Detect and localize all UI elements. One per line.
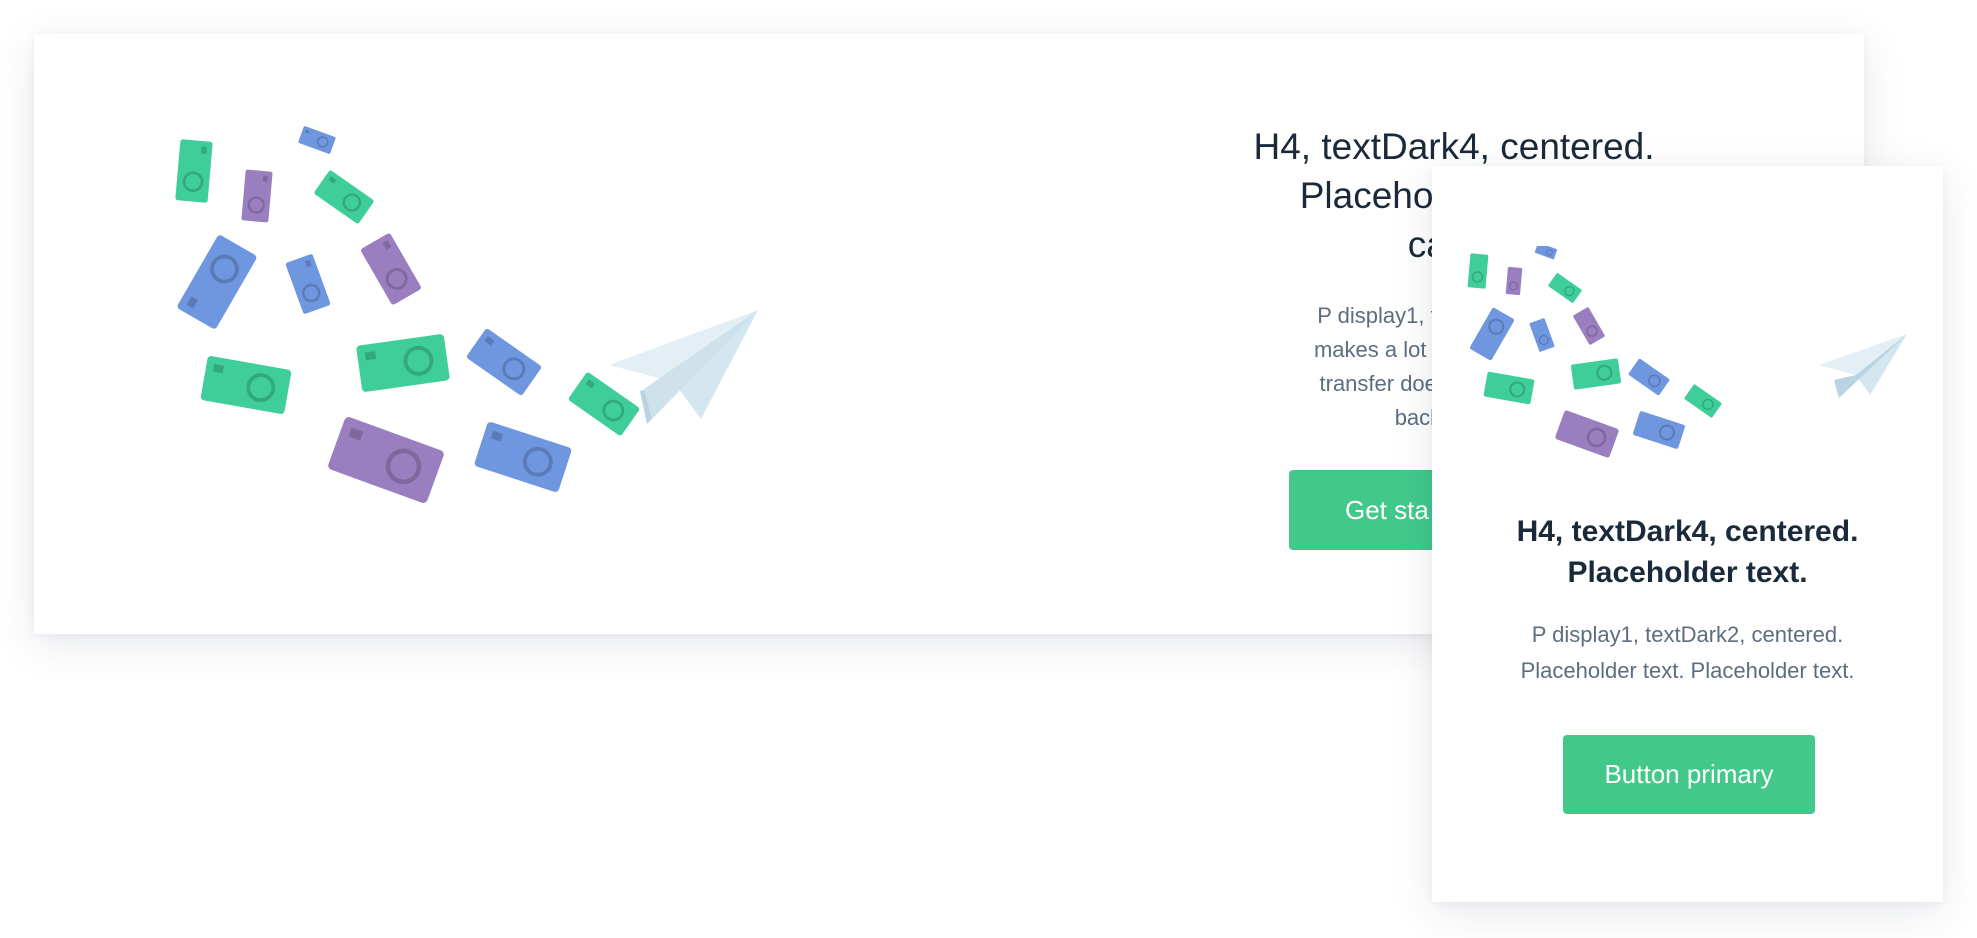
narrow-heading-line: Placeholder text. (1567, 556, 1808, 589)
narrow-paragraph: P display1, textDark2, centered. Placeho… (1432, 617, 1943, 689)
money-illustration (1466, 246, 1907, 460)
banknote-icon (1553, 408, 1621, 460)
banknote-icon (1482, 370, 1536, 406)
banknote-icon (173, 137, 215, 205)
narrow-paragraph-line: P display1, textDark2, centered. (1531, 622, 1844, 647)
banknote-icon (297, 124, 337, 156)
banknote-icon (174, 232, 260, 332)
banknote-icon (1505, 266, 1523, 296)
narrow-heading: H4, textDark4, centered. Placeholder tex… (1432, 511, 1943, 593)
banknote-icon (1683, 383, 1723, 419)
banknote-icon (464, 326, 544, 398)
banknote-icon (283, 252, 333, 316)
banknote-icon (1547, 271, 1583, 305)
narrow-heading-line: H4, textDark4, centered. (1516, 515, 1859, 548)
paper-plane-icon (1819, 334, 1907, 398)
wide-heading-line: H4, textDark4, centered. (1253, 126, 1655, 167)
banknote-icon (358, 231, 424, 307)
banknote-icon (354, 331, 452, 395)
banknote-icon (1627, 357, 1671, 397)
money-illustration (173, 124, 758, 549)
banknote-icon (327, 416, 445, 504)
primary-button[interactable]: Button primary (1563, 735, 1815, 814)
banknote-icon (1528, 317, 1556, 353)
banknote-icon (1631, 409, 1687, 451)
banknote-icon (471, 419, 575, 495)
banknote-icon (566, 370, 642, 438)
banknote-icon (1569, 357, 1623, 391)
banknote-icon (1466, 252, 1490, 290)
narrow-card: H4, textDark4, centered. Placeholder tex… (1432, 166, 1943, 902)
banknote-icon (1468, 306, 1516, 362)
banknote-icon (1534, 246, 1558, 261)
banknote-icon (312, 168, 376, 226)
banknote-icon (240, 168, 274, 224)
narrow-paragraph-line: Placeholder text. Placeholder text. (1520, 658, 1855, 683)
narrow-text-block: H4, textDark4, centered. Placeholder tex… (1432, 511, 1943, 689)
banknote-icon (1571, 306, 1607, 346)
banknote-icon (198, 353, 294, 417)
